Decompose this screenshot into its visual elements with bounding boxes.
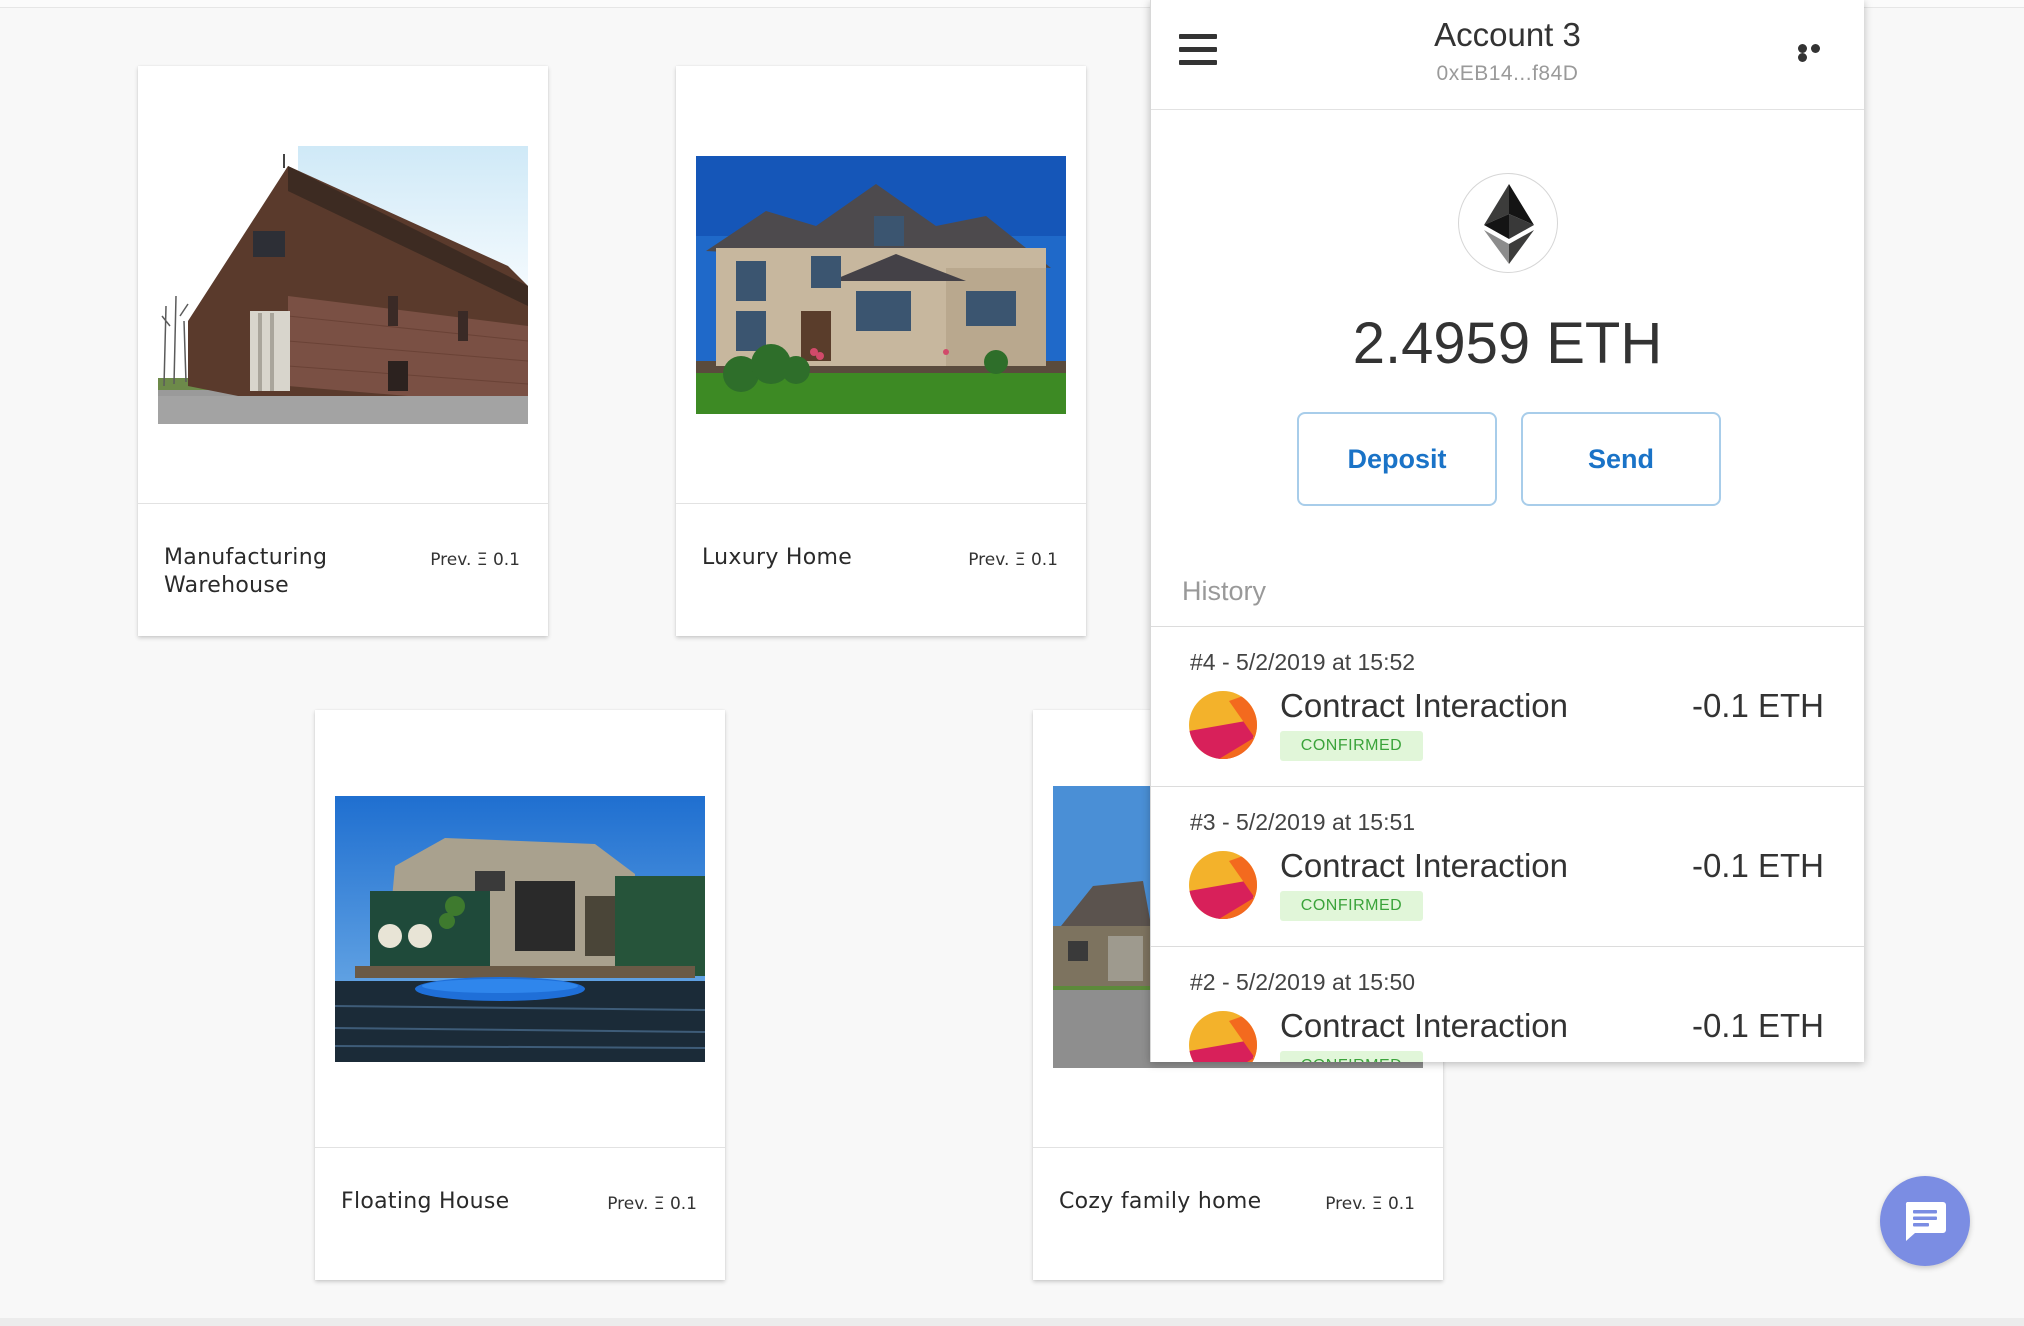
listing-price: Prev. Ξ 0.1 [430, 550, 520, 570]
warehouse-photo [158, 146, 528, 424]
transaction-date: #3 - 5/2/2019 at 15:51 [1190, 809, 1416, 835]
account-address[interactable]: 0xEB14...f84D [1151, 62, 1864, 86]
listing-name: Luxury Home [702, 544, 942, 572]
transaction-date: #4 - 5/2/2019 at 15:52 [1190, 649, 1416, 675]
card-divider [138, 503, 548, 504]
listing-name: Manufacturing Warehouse [164, 544, 404, 600]
account-name[interactable]: Account 3 [1151, 16, 1864, 54]
card-divider [676, 503, 1086, 504]
card-divider [315, 1147, 725, 1148]
transaction-title: Contract Interaction [1280, 847, 1568, 884]
status-badge: CONFIRMED [1280, 891, 1423, 921]
status-badge: CONFIRMED [1280, 1051, 1423, 1062]
contract-identicon-icon [1189, 1011, 1257, 1062]
listing-name-line1: Cozy family home [1059, 1189, 1262, 1214]
listing-price: Prev. Ξ 0.1 [607, 1194, 697, 1214]
ethereum-icon [1458, 173, 1558, 273]
listing-name-line1: Luxury Home [702, 545, 853, 570]
listing-price: Prev. Ξ 0.1 [968, 550, 1058, 570]
contract-identicon-icon [1189, 851, 1257, 919]
chat-bubble-icon [1905, 1202, 1946, 1241]
send-button[interactable]: Send [1521, 412, 1721, 506]
deposit-button[interactable]: Deposit [1297, 412, 1497, 506]
listing-card-manufacturing-warehouse[interactable]: Manufacturing Warehouse Prev. Ξ 0.1 [138, 66, 548, 636]
browser-bottom-edge [0, 1318, 2024, 1326]
listing-name-line1: Floating House [341, 1189, 510, 1214]
transaction-item[interactable]: #3 - 5/2/2019 at 15:51 Contract Interact… [1151, 787, 1864, 947]
house-photo [696, 156, 1066, 414]
transaction-title: Contract Interaction [1280, 1007, 1568, 1044]
wallet-popup: Account 3 0xEB14...f84D 2.4959 ETH Depos… [1150, 0, 1864, 1062]
transaction-title: Contract Interaction [1280, 687, 1568, 724]
contract-identicon-icon [1189, 691, 1257, 759]
listing-card-luxury-home[interactable]: Luxury Home Prev. Ξ 0.1 [676, 66, 1086, 636]
status-badge: CONFIRMED [1280, 731, 1423, 761]
transaction-amount: -0.1 ETH [1691, 847, 1824, 884]
listing-price: Prev. Ξ 0.1 [1325, 1194, 1415, 1214]
listing-name: Cozy family home [1059, 1188, 1299, 1216]
wallet-balance: 2.4959 ETH [1352, 311, 1663, 376]
listing-name: Floating House [341, 1188, 581, 1216]
transaction-date: #2 - 5/2/2019 at 15:50 [1190, 969, 1416, 995]
wallet-header: Account 3 0xEB14...f84D [1151, 0, 1864, 110]
chat-button[interactable] [1880, 1176, 1970, 1266]
listing-name-line1: Manufacturing [164, 545, 328, 570]
transaction-item[interactable]: #4 - 5/2/2019 at 15:52 Contract Interact… [1151, 627, 1864, 787]
transaction-amount: -0.1 ETH [1691, 687, 1824, 724]
transaction-item[interactable]: #2 - 5/2/2019 at 15:50 Contract Interact… [1151, 947, 1864, 1062]
history-heading: History [1182, 576, 1267, 606]
listing-name-line2: Warehouse [164, 573, 289, 598]
transaction-amount: -0.1 ETH [1691, 1007, 1824, 1044]
more-options-icon[interactable] [1798, 44, 1834, 62]
listing-card-floating-house[interactable]: Floating House Prev. Ξ 0.1 [315, 710, 725, 1280]
houseboat-photo [335, 796, 705, 1062]
card-divider [1033, 1147, 1443, 1148]
